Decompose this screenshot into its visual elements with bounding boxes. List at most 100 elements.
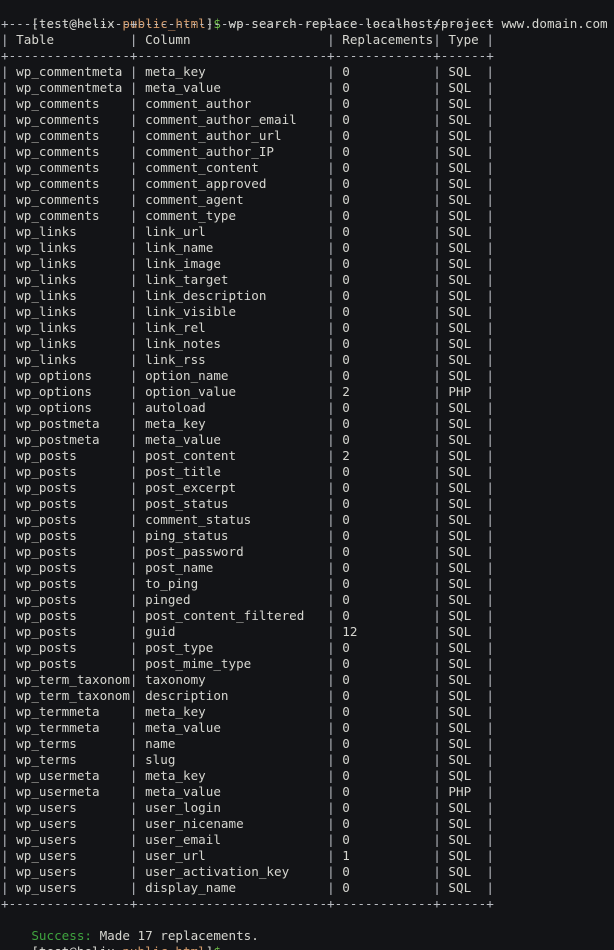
table-pipe: |	[129, 640, 138, 655]
table-pipe: |	[1, 768, 9, 783]
table-cell-1: autoload	[137, 400, 328, 415]
table-pipe: |	[433, 880, 441, 895]
table-cell-3: SQL	[440, 288, 487, 303]
table-pipe: |	[129, 800, 138, 815]
table-cell-3: SQL	[440, 80, 487, 95]
table-row: | wp_options | autoload | 0 | SQL |	[1, 400, 614, 416]
table-cell-3: SQL	[440, 576, 487, 591]
table-pipe: |	[327, 368, 335, 383]
table-cell-1: slug	[137, 752, 328, 767]
table-cell-2: 0	[334, 800, 434, 815]
table-cell-1: link_notes	[137, 336, 328, 351]
table-cell-0: wp_posts	[8, 560, 130, 575]
table-row: | wp_users | display_name | 0 | SQL |	[1, 880, 614, 896]
table-row: | wp_users | user_login | 0 | SQL |	[1, 800, 614, 816]
table-cell-2: 0	[334, 224, 434, 239]
table-pipe: |	[486, 368, 494, 383]
table-pipe: |	[486, 480, 494, 495]
table-cell-1: meta_key	[137, 64, 328, 79]
table-pipe: |	[129, 80, 138, 95]
table-pipe: |	[1, 640, 9, 655]
table-cell-1: link_rss	[137, 352, 328, 367]
table-cell-2: 0	[334, 656, 434, 671]
table-pipe: |	[486, 288, 494, 303]
table-cell-0: wp_links	[8, 336, 130, 351]
table-pipe: |	[486, 112, 494, 127]
table-pipe: |	[433, 224, 441, 239]
table-cell-2: 0	[334, 208, 434, 223]
table-pipe: |	[129, 144, 138, 159]
table-pipe: |	[1, 688, 9, 703]
table-cell-0: wp_postmeta	[8, 416, 130, 431]
table-cell-0: wp_comments	[8, 96, 130, 111]
table-pipe: |	[486, 432, 494, 447]
table-pipe: |	[433, 832, 441, 847]
table-pipe: |	[129, 128, 138, 143]
table-pipe: |	[1, 400, 9, 415]
table-pipe: |	[1, 672, 9, 687]
table-row: | wp_links | link_name | 0 | SQL |	[1, 240, 614, 256]
table-pipe: |	[129, 752, 138, 767]
table-pipe: |	[433, 208, 441, 223]
table-pipe: |	[327, 864, 335, 879]
table-cell-1: taxonomy	[137, 672, 328, 687]
table-cell-3: SQL	[440, 688, 487, 703]
table-cell-3: SQL	[440, 208, 487, 223]
table-pipe: |	[327, 880, 335, 895]
table-cell-0: wp_commentmeta	[8, 80, 130, 95]
table-cell-0: wp_usermeta	[8, 768, 130, 783]
table-cell-3: SQL	[440, 224, 487, 239]
table-cell-1: description	[137, 688, 328, 703]
table-pipe: |	[327, 720, 335, 735]
table-cell-0: wp_termmeta	[8, 720, 130, 735]
table-pipe: |	[327, 240, 335, 255]
table-pipe: |	[129, 544, 138, 559]
table-pipe: |	[486, 640, 494, 655]
table-pipe: |	[1, 208, 9, 223]
table-row: | wp_options | option_value | 2 | PHP |	[1, 384, 614, 400]
table-pipe: |	[433, 400, 441, 415]
table-pipe: |	[129, 432, 138, 447]
trailing-prompt-user-host: [test@helix	[31, 944, 122, 950]
table-cell-1: post_password	[137, 544, 328, 559]
table-cell-3: SQL	[440, 816, 487, 831]
table-pipe: |	[486, 64, 494, 79]
table-pipe: |	[327, 480, 335, 495]
table-pipe: |	[327, 768, 335, 783]
table-pipe: |	[433, 144, 441, 159]
table-cell-2: 0	[334, 640, 434, 655]
table-pipe: |	[327, 784, 335, 799]
table-pipe: |	[433, 496, 441, 511]
table-pipe: |	[327, 400, 335, 415]
table-row: | wp_posts | post_password | 0 | SQL |	[1, 544, 614, 560]
table-pipe: |	[1, 192, 9, 207]
table-pipe: |	[433, 480, 441, 495]
table-cell-3: SQL	[440, 768, 487, 783]
table-cell-2: 0	[334, 80, 434, 95]
table-pipe: |	[433, 848, 441, 863]
table-cell-2: 0	[334, 528, 434, 543]
table-row: | wp_term_taxonom| description | 0 | SQL…	[1, 688, 614, 704]
table-pipe: |	[129, 288, 138, 303]
table-cell-0: wp_usermeta	[8, 784, 130, 799]
table-cell-3: SQL	[440, 480, 487, 495]
terminal-window[interactable]: [test@helix public_html]$ wp search-repl…	[0, 0, 614, 950]
table-cell-1: link_image	[137, 256, 328, 271]
table-header-cell-0: Table	[8, 32, 130, 47]
table-pipe: |	[1, 864, 9, 879]
table-pipe: |	[433, 688, 441, 703]
table-pipe: |	[327, 848, 335, 863]
table-pipe: |	[433, 784, 441, 799]
table-cell-1: link_name	[137, 240, 328, 255]
table-cell-2: 0	[334, 160, 434, 175]
table-cell-1: comment_agent	[137, 192, 328, 207]
table-pipe: |	[129, 320, 138, 335]
table-pipe: |	[433, 768, 441, 783]
table-cell-2: 0	[334, 336, 434, 351]
table-cell-3: SQL	[440, 240, 487, 255]
table-rule-bottom: +----------------+----------------------…	[1, 896, 614, 912]
table-pipe: |	[433, 864, 441, 879]
table-cell-2: 0	[334, 560, 434, 575]
table-cell-1: comment_author	[137, 96, 328, 111]
table-cell-3: SQL	[440, 320, 487, 335]
